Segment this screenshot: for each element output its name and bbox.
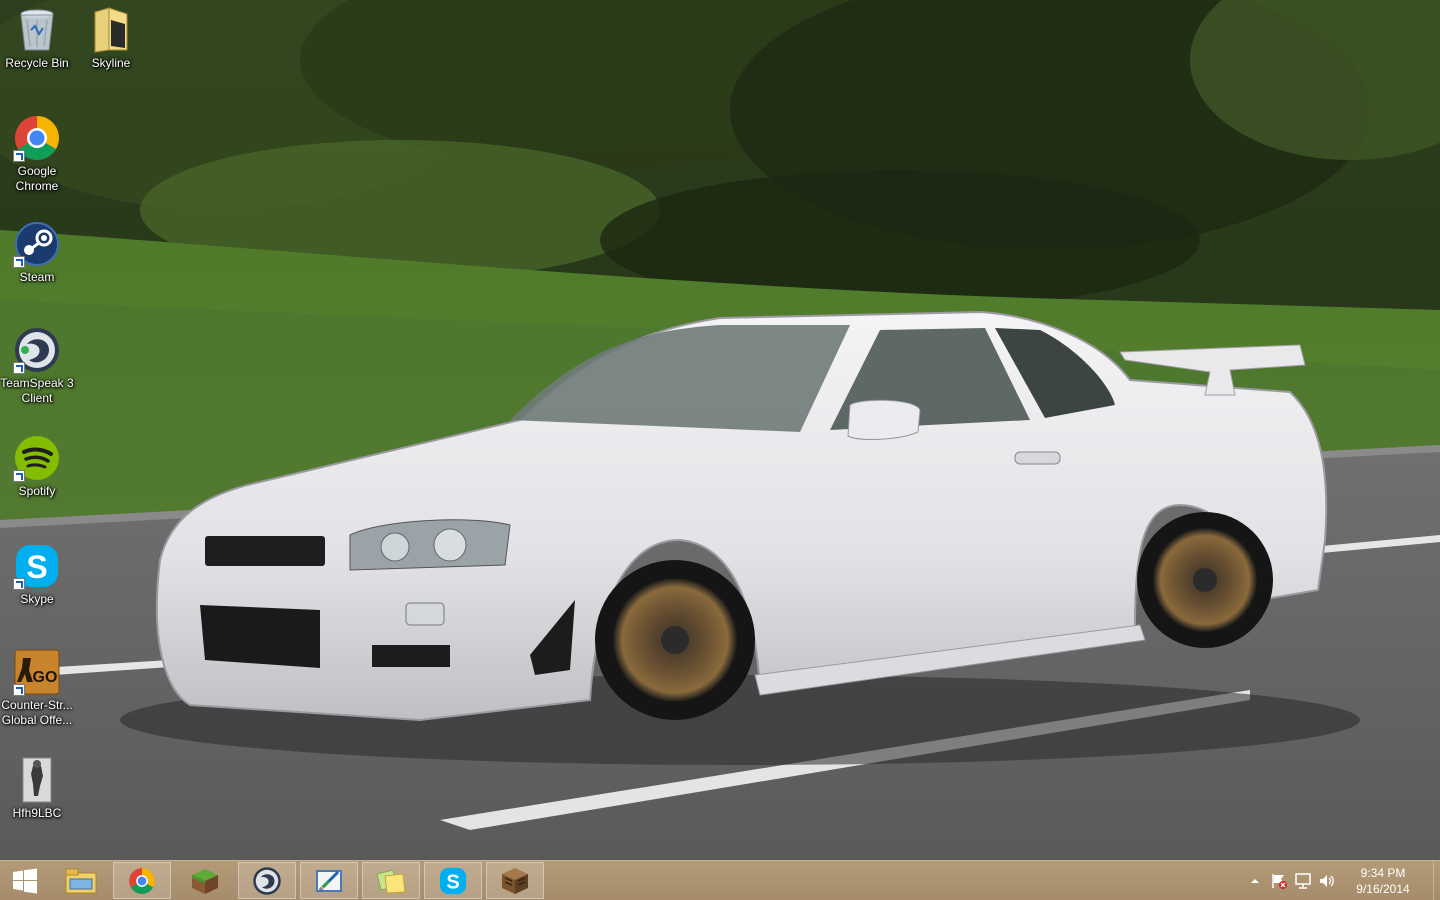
windows-logo-icon [13,868,37,894]
desktop-icon-csgo[interactable]: GO Counter-Str... Global Offe... [0,648,74,728]
folder-icon [87,6,135,54]
crafting-table-icon [502,867,528,894]
taskbar-file-explorer[interactable] [52,862,110,899]
image-file-icon [13,756,61,804]
action-center-button[interactable] [1268,870,1290,892]
minecraft-grass-icon [192,868,218,894]
desktop-icon-label: Skype [20,592,54,606]
desktop-icon-label: Steam [19,270,55,284]
clock[interactable]: 9:34 PM 9/16/2014 [1343,865,1423,897]
start-button[interactable] [0,861,50,900]
system-tray: 9:34 PM 9/16/2014 [1243,861,1440,900]
sticky-notes-icon [376,868,406,894]
shortcut-arrow-icon [13,578,25,590]
taskbar-paint[interactable] [300,862,358,899]
recycle-bin-icon [13,6,61,54]
action-center-flag-icon [1272,874,1287,889]
file-explorer-icon [65,868,97,893]
shortcut-arrow-icon [13,684,25,696]
taskbar-sticky-notes[interactable] [362,862,420,899]
shortcut-arrow-icon [13,256,25,268]
volume-button[interactable] [1316,870,1338,892]
desktop-wallpaper [0,0,1440,860]
shortcut-arrow-icon [13,362,25,374]
taskbar: S 9:34 PM 9/16/2014 [0,860,1440,900]
clock-date: 9/16/2014 [1356,882,1410,896]
network-button[interactable] [1292,870,1314,892]
desktop-icon-spotify[interactable]: Spotify [0,434,74,499]
svg-text:GO: GO [33,669,58,686]
speaker-icon [1320,875,1334,887]
chrome-icon [129,867,155,894]
desktop-icon-teamspeak[interactable]: TeamSpeak 3 Client [0,326,74,406]
show-hidden-icons-button[interactable] [1244,870,1266,892]
taskbar-skype[interactable]: S [424,862,482,899]
skype-icon: S [439,867,467,894]
desktop-icon-label: Skyline [91,56,131,70]
desktop-icon-label: Hfh9LBC [12,806,62,820]
taskbar-minecraft[interactable] [176,862,234,899]
steam-icon [13,220,61,268]
taskbar-teamspeak[interactable] [238,862,296,899]
desktop-icon-label: Google Chrome [15,164,59,193]
clock-time: 9:34 PM [1360,866,1406,880]
paint-icon [316,869,342,892]
spotify-icon [13,434,61,482]
shortcut-arrow-icon [13,470,25,482]
svg-text:S: S [446,871,459,893]
chrome-icon [13,114,61,162]
show-desktop-button[interactable] [1433,861,1440,900]
taskbar-crafting-table[interactable] [486,862,544,899]
teamspeak-icon [253,866,281,895]
taskbar-chrome[interactable] [113,862,171,899]
desktop-icon-recycle-bin[interactable]: Recycle Bin [0,6,74,71]
teamspeak-icon [13,326,61,374]
desktop-icon-skype[interactable]: S Skype [0,542,74,607]
csgo-icon: GO [13,648,61,696]
desktop-icon-label: Counter-Str... Global Offe... [1,698,73,727]
desktop-icon-label: TeamSpeak 3 Client [0,376,74,405]
desktop-icon-skyline[interactable]: Skyline [74,6,148,71]
chevron-up-icon [1251,879,1259,883]
desktop-icon-steam[interactable]: Steam [0,220,74,285]
network-icon [1295,873,1311,889]
desktop-icon-google-chrome[interactable]: Google Chrome [0,114,74,194]
shortcut-arrow-icon [13,150,25,162]
desktop-icon-hfh9lbc[interactable]: Hfh9LBC [0,756,74,821]
svg-text:S: S [26,549,47,585]
desktop-icon-label: Spotify [18,484,56,498]
skype-icon: S [13,542,61,590]
desktop-icon-label: Recycle Bin [5,56,69,70]
